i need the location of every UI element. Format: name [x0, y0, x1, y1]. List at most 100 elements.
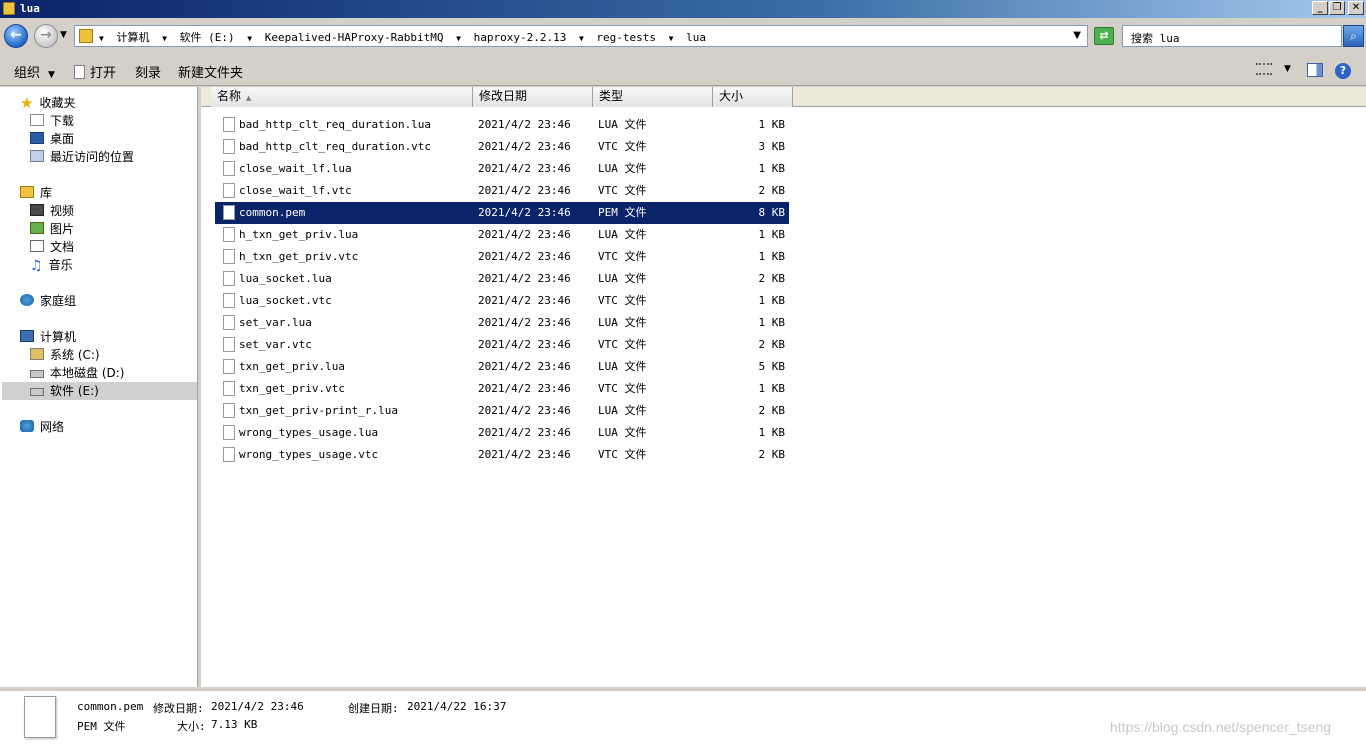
- preview-pane-icon[interactable]: [1307, 63, 1323, 77]
- file-row[interactable]: wrong_types_usage.vtc 2021/4/2 23:46 VTC…: [215, 444, 789, 466]
- chevron-down-icon[interactable]: ▼: [579, 34, 584, 43]
- file-row[interactable]: set_var.vtc 2021/4/2 23:46 VTC 文件 2 KB: [215, 334, 789, 356]
- recent-places-icon: [30, 150, 44, 162]
- sidebar-item-label: 计算机: [40, 330, 77, 344]
- document-icon: [30, 240, 44, 252]
- sidebar-item-videos[interactable]: 视频: [30, 202, 74, 220]
- window-title: lua: [20, 2, 40, 15]
- refresh-button[interactable]: ⇄: [1094, 27, 1114, 45]
- sidebar-item-label: 音乐: [48, 258, 73, 272]
- file-row[interactable]: close_wait_lf.vtc 2021/4/2 23:46 VTC 文件 …: [215, 180, 789, 202]
- close-button[interactable]: ✕: [1348, 1, 1364, 15]
- sidebar-item-drive-e[interactable]: 软件 (E:): [2, 382, 197, 400]
- file-size: 2 KB: [758, 404, 786, 417]
- sidebar-item-label: 视频: [50, 204, 75, 218]
- sidebar-item-drive-d[interactable]: 本地磁盘 (D:): [30, 364, 124, 382]
- file-name: close_wait_lf.vtc: [239, 184, 352, 197]
- column-header-row: 名称 ▲ 修改日期 类型 大小: [201, 87, 1366, 107]
- breadcrumb-item[interactable]: Keepalived-HAProxy-RabbitMQ: [265, 31, 444, 44]
- file-row-selected[interactable]: common.pem 2021/4/2 23:46 PEM 文件 8 KB: [215, 202, 789, 224]
- sidebar-item-desktop[interactable]: 桌面: [30, 130, 74, 148]
- details-size-value: 7.13 KB: [211, 718, 258, 731]
- file-row[interactable]: txn_get_priv-print_r.lua 2021/4/2 23:46 …: [215, 400, 789, 422]
- back-button[interactable]: ←: [4, 24, 28, 48]
- forward-button[interactable]: →: [34, 24, 58, 48]
- new-folder-button[interactable]: 新建文件夹: [178, 62, 243, 81]
- sort-ascending-icon: ▲: [246, 94, 252, 102]
- file-row[interactable]: h_txn_get_priv.lua 2021/4/2 23:46 LUA 文件…: [215, 224, 789, 246]
- chevron-down-icon[interactable]: ▼: [247, 34, 252, 43]
- file-row[interactable]: txn_get_priv.lua 2021/4/2 23:46 LUA 文件 5…: [215, 356, 789, 378]
- file-type: VTC 文件: [598, 294, 647, 307]
- file-date: 2021/4/2 23:46: [478, 250, 571, 263]
- file-size: 1 KB: [758, 250, 786, 263]
- details-modified-label: 修改日期:: [153, 702, 204, 715]
- sidebar-item-downloads[interactable]: 下载: [30, 112, 74, 130]
- help-icon[interactable]: ?: [1335, 63, 1351, 79]
- search-input[interactable]: 搜索 lua: [1122, 25, 1342, 47]
- chevron-down-icon[interactable]: ▼: [456, 34, 461, 43]
- file-type: LUA 文件: [598, 426, 647, 439]
- file-type: VTC 文件: [598, 250, 647, 263]
- breadcrumb-item[interactable]: haproxy-2.2.13: [474, 31, 567, 44]
- minimize-button[interactable]: _: [1312, 1, 1328, 15]
- breadcrumb-item[interactable]: lua: [686, 31, 706, 44]
- details-type: PEM 文件: [77, 720, 126, 733]
- sidebar-item-drive-c[interactable]: 系统 (C:): [30, 346, 100, 364]
- view-options-icon[interactable]: [1256, 63, 1272, 75]
- file-row[interactable]: bad_http_clt_req_duration.vtc 2021/4/2 2…: [215, 136, 789, 158]
- file-icon: [223, 227, 235, 242]
- file-row[interactable]: close_wait_lf.lua 2021/4/2 23:46 LUA 文件 …: [215, 158, 789, 180]
- search-button[interactable]: ⌕: [1343, 25, 1364, 47]
- file-row[interactable]: h_txn_get_priv.vtc 2021/4/2 23:46 VTC 文件…: [215, 246, 789, 268]
- chevron-down-icon[interactable]: ▼: [669, 34, 674, 43]
- forward-arrow-icon: →: [40, 27, 52, 43]
- restore-button[interactable]: ❐: [1329, 1, 1345, 15]
- file-date: 2021/4/2 23:46: [478, 448, 571, 461]
- breadcrumb-item[interactable]: 计算机: [116, 31, 149, 44]
- file-date: 2021/4/2 23:46: [478, 162, 571, 175]
- sidebar-item-label: 家庭组: [40, 294, 77, 308]
- column-header-size[interactable]: 大小: [713, 87, 793, 107]
- address-history-dropdown[interactable]: ▼: [1073, 30, 1081, 41]
- sidebar-item-documents[interactable]: 文档: [30, 238, 74, 256]
- address-bar[interactable]: ▼ 计算机 ▼ 软件 (E:) ▼ Keepalived-HAProxy-Rab…: [74, 25, 1088, 47]
- breadcrumb-item[interactable]: reg-tests: [596, 31, 656, 44]
- column-header-name[interactable]: 名称 ▲: [211, 87, 473, 107]
- sidebar-item-libraries[interactable]: 库: [20, 184, 52, 202]
- breadcrumb: ▼ 计算机 ▼ 软件 (E:) ▼ Keepalived-HAProxy-Rab…: [99, 29, 712, 45]
- file-date: 2021/4/2 23:46: [478, 316, 571, 329]
- sidebar-item-network[interactable]: 网络: [20, 418, 64, 436]
- file-type: PEM 文件: [598, 206, 647, 219]
- chevron-down-icon[interactable]: ▼: [1284, 64, 1291, 74]
- organize-button[interactable]: 组织 ▼: [14, 62, 55, 81]
- recent-pages-dropdown[interactable]: ▼: [60, 30, 67, 40]
- file-row[interactable]: lua_socket.vtc 2021/4/2 23:46 VTC 文件 1 K…: [215, 290, 789, 312]
- file-name: bad_http_clt_req_duration.vtc: [239, 140, 432, 153]
- title-bar[interactable]: lua _ ❐ ✕: [0, 0, 1366, 18]
- chevron-down-icon[interactable]: ▼: [99, 34, 104, 43]
- burn-button[interactable]: 刻录: [135, 62, 161, 81]
- file-row[interactable]: wrong_types_usage.lua 2021/4/2 23:46 LUA…: [215, 422, 789, 444]
- file-row[interactable]: lua_socket.lua 2021/4/2 23:46 LUA 文件 2 K…: [215, 268, 789, 290]
- breadcrumb-item[interactable]: 软件 (E:): [180, 31, 235, 44]
- sidebar-item-recent-places[interactable]: 最近访问的位置: [30, 148, 134, 166]
- file-row[interactable]: bad_http_clt_req_duration.lua 2021/4/2 2…: [215, 114, 789, 136]
- sidebar-item-music[interactable]: ♫ 音乐: [30, 256, 73, 274]
- file-type: LUA 文件: [598, 316, 647, 329]
- file-row[interactable]: txn_get_priv.vtc 2021/4/2 23:46 VTC 文件 1…: [215, 378, 789, 400]
- file-row[interactable]: set_var.lua 2021/4/2 23:46 LUA 文件 1 KB: [215, 312, 789, 334]
- sidebar-item-computer[interactable]: 计算机: [20, 328, 76, 346]
- column-header-date[interactable]: 修改日期: [473, 87, 593, 107]
- file-type: VTC 文件: [598, 338, 647, 351]
- sidebar-item-favorites[interactable]: ★ 收藏夹: [20, 94, 75, 112]
- file-size: 8 KB: [758, 206, 786, 219]
- search-placeholder: 搜索 lua: [1131, 32, 1180, 45]
- open-button[interactable]: 打开: [74, 62, 116, 81]
- chevron-down-icon[interactable]: ▼: [162, 34, 167, 43]
- column-header-type[interactable]: 类型: [593, 87, 713, 107]
- sidebar-item-label: 最近访问的位置: [50, 150, 135, 164]
- sidebar-item-pictures[interactable]: 图片: [30, 220, 74, 238]
- sidebar-item-homegroup[interactable]: 家庭组: [20, 292, 76, 310]
- watermark: https://blog.csdn.net/spencer_tseng: [1110, 719, 1332, 735]
